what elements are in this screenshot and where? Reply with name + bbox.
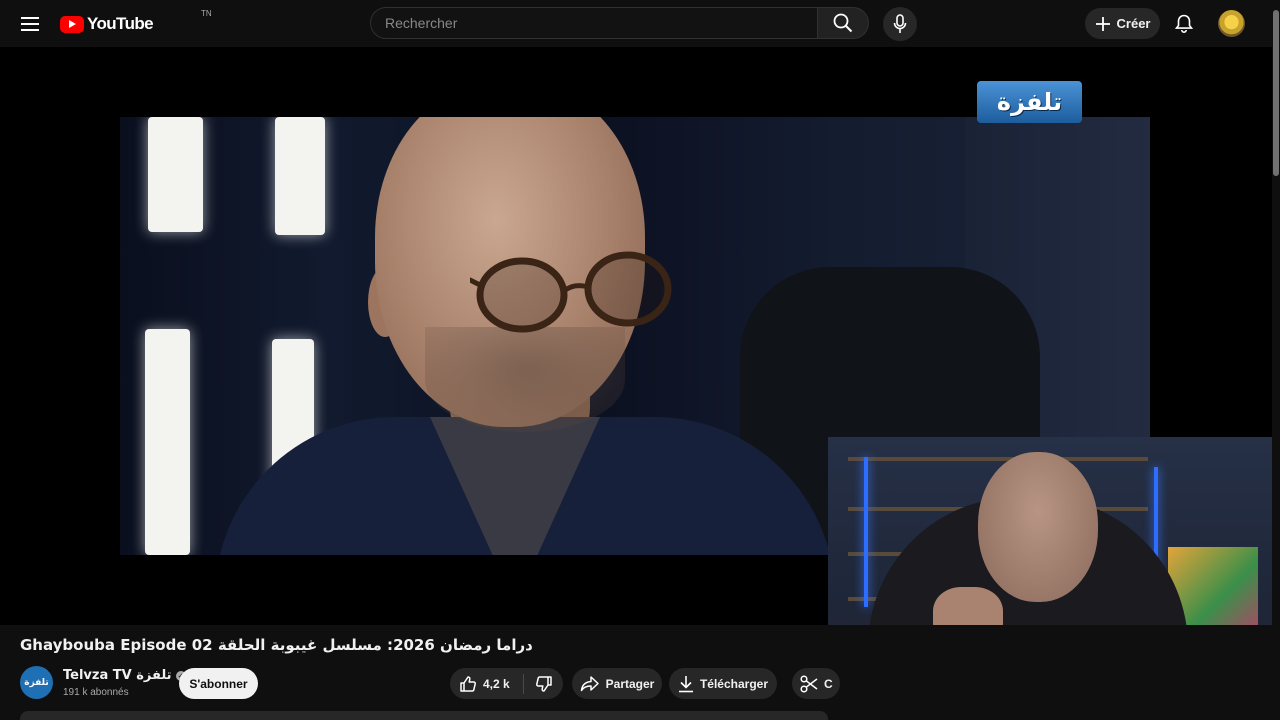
create-button[interactable]: Créer — [1085, 8, 1160, 39]
studio-light — [275, 117, 325, 235]
streamer-hand — [933, 587, 1003, 625]
description-box[interactable] — [20, 711, 828, 720]
hamburger-menu-icon — [21, 17, 39, 31]
logo-wordmark: YouTube — [87, 14, 154, 33]
create-label: Créer — [1116, 16, 1151, 31]
download-label: Télécharger — [699, 676, 769, 691]
page-scrollbar[interactable] — [1272, 0, 1280, 720]
guide-menu-button[interactable] — [14, 8, 46, 40]
channel-avatar[interactable]: تلفزة — [20, 666, 53, 699]
channel-name[interactable]: Telvza TV تلفزة — [63, 668, 172, 683]
clip-button[interactable]: C — [792, 668, 840, 699]
search-icon — [833, 13, 853, 33]
like-count: 4,2 k — [483, 676, 510, 691]
glasses-icon — [470, 251, 672, 333]
studio-light — [148, 117, 203, 232]
guest-beard — [425, 327, 625, 432]
download-button[interactable]: Télécharger — [669, 668, 777, 699]
like-dislike-group: 4,2 k — [450, 668, 563, 699]
clip-label: C — [824, 676, 833, 691]
channel-name-row[interactable]: Telvza TV تلفزة ✓ — [63, 668, 186, 683]
reaction-webcam-overlay — [828, 437, 1272, 625]
shelf — [848, 457, 1148, 461]
studio-light — [145, 329, 190, 555]
share-button[interactable]: Partager — [572, 668, 662, 699]
account-avatar[interactable] — [1218, 10, 1245, 37]
youtube-logo[interactable]: YouTube TN — [60, 9, 212, 36]
country-code: TN — [201, 9, 212, 18]
search-button[interactable] — [817, 7, 869, 39]
subscriber-count: 191 k abonnés — [63, 687, 129, 698]
channel-watermark: تلفزة — [977, 81, 1082, 123]
scissors-icon — [800, 674, 818, 693]
bell-icon — [1175, 14, 1193, 34]
masthead: YouTube TN Créer — [0, 0, 1280, 47]
youtube-play-icon — [60, 15, 84, 33]
microphone-icon — [893, 14, 907, 34]
dislike-button[interactable] — [524, 668, 563, 699]
streamer-head — [978, 452, 1098, 602]
share-arrow-icon — [580, 675, 600, 693]
led-strip — [864, 457, 868, 607]
scrollbar-thumb[interactable] — [1273, 10, 1279, 176]
video-player[interactable]: تلفزة — [0, 47, 1272, 625]
thumbs-down-icon — [535, 675, 553, 693]
video-title: دراما رمضان 2026: مسلسل غيبوبة الحلقة Gh… — [20, 636, 533, 654]
search-box — [370, 7, 845, 39]
download-icon — [678, 675, 694, 693]
plus-icon — [1095, 16, 1111, 32]
like-button[interactable]: 4,2 k — [450, 668, 523, 699]
thumbs-up-icon — [459, 675, 477, 693]
subscribe-button[interactable]: S'abonner — [179, 668, 258, 699]
voice-search-button[interactable] — [883, 7, 917, 41]
search-input[interactable] — [371, 8, 845, 38]
share-label: Partager — [605, 676, 655, 691]
notifications-button[interactable] — [1168, 8, 1200, 40]
